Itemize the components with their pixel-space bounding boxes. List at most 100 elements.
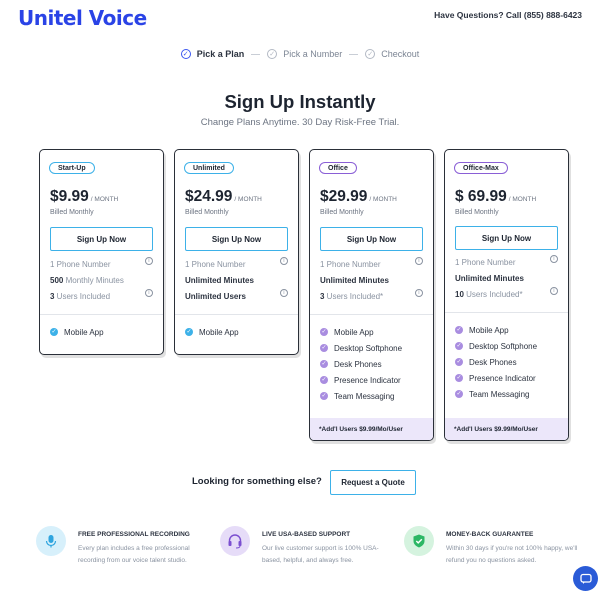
feature-label: Team Messaging [334, 391, 395, 401]
feature-minutes: 500 Monthly Minutes [50, 276, 124, 285]
step-separator [349, 53, 359, 55]
feature-label: Desk Phones [469, 357, 517, 367]
plan-card-office: Office $29.99/ MONTH Billed Monthly Sign… [309, 149, 434, 441]
feature-label: Mobile App [64, 327, 104, 337]
info-icon[interactable]: i [280, 257, 288, 265]
feature-label: Team Messaging [469, 389, 530, 399]
sign-up-button[interactable]: Sign Up Now [185, 227, 288, 251]
feature-item: ✓ Mobile App [455, 322, 537, 338]
check-icon: ✓ [320, 360, 328, 368]
plan-card-startup: Start-Up $9.99/ MONTH Billed Monthly Sig… [39, 149, 164, 355]
step-separator [251, 53, 261, 55]
billing-note: Billed Monthly [320, 209, 364, 216]
feature-item: ✓ Mobile App [50, 324, 104, 340]
users-label: Users Included [54, 292, 111, 301]
feature-list: ✓ Mobile App [185, 324, 239, 340]
request-quote-button[interactable]: Request a Quote [330, 470, 416, 495]
feature-minutes: Unlimited Minutes [320, 276, 389, 285]
chat-bubble-icon [579, 573, 592, 584]
chat-launcher-button[interactable] [573, 566, 598, 591]
feature-label: Mobile App [469, 325, 509, 335]
plan-badge: Office-Max [454, 162, 508, 174]
sign-up-button[interactable]: Sign Up Now [50, 227, 153, 251]
card-divider [445, 312, 568, 313]
check-icon: ✓ [455, 358, 463, 366]
feature-item: ✓ Team Messaging [455, 386, 537, 402]
feature-minutes: Unlimited Minutes [185, 276, 254, 285]
check-circle-icon: ✓ [365, 49, 376, 59]
billing-note: Billed Monthly [50, 209, 94, 216]
benefit-title: FREE PROFESSIONAL RECORDING [78, 531, 190, 538]
step-label: Pick a Number [283, 49, 343, 59]
feature-list: ✓ Mobile App [50, 324, 104, 340]
plan-card-office-max: Office-Max $ 69.99/ MONTH Billed Monthly… [444, 149, 569, 441]
minutes-count: 500 [50, 276, 64, 285]
microphone-icon [36, 526, 66, 556]
sign-up-button[interactable]: Sign Up Now [320, 227, 423, 251]
plan-price: $9.99/ MONTH [50, 188, 118, 206]
feature-item: ✓ Mobile App [320, 324, 402, 340]
feature-item: ✓ Team Messaging [320, 388, 402, 404]
feature-label: Presence Indicator [334, 375, 401, 385]
plan-price: $ 69.99/ MONTH [455, 188, 536, 206]
billing-note: Billed Monthly [185, 209, 229, 216]
step-pick-plan: ✓ Pick a Plan [180, 49, 245, 59]
info-icon[interactable]: i [415, 289, 423, 297]
info-icon[interactable]: i [415, 257, 423, 265]
logo[interactable]: Unitel Voice [18, 6, 147, 30]
check-icon: ✓ [185, 328, 193, 336]
check-icon: ✓ [320, 376, 328, 384]
plan-badge: Unlimited [184, 162, 234, 174]
feature-item: ✓ Presence Indicator [320, 372, 402, 388]
feature-list: ✓ Mobile App ✓ Desktop Softphone ✓ Desk Pho… [455, 322, 537, 402]
feature-phone-number: 1 Phone Number [455, 258, 516, 267]
plan-price: $29.99/ MONTH [320, 188, 397, 206]
feature-item: ✓ Presence Indicator [455, 370, 537, 386]
price-period: / MONTH [508, 196, 537, 203]
info-icon[interactable]: i [145, 289, 153, 297]
feature-item: ✓ Desktop Softphone [455, 338, 537, 354]
check-circle-icon: ✓ [180, 49, 191, 59]
feature-list: ✓ Mobile App ✓ Desktop Softphone ✓ Desk Pho… [320, 324, 402, 404]
feature-label: Presence Indicator [469, 373, 536, 383]
info-icon[interactable]: i [145, 257, 153, 265]
price-value: $24.99 [185, 188, 233, 205]
feature-label: Mobile App [199, 327, 239, 337]
check-icon: ✓ [455, 342, 463, 350]
feature-item: ✓ Desk Phones [320, 356, 402, 372]
card-divider [310, 314, 433, 315]
step-pick-number: ✓ Pick a Number [267, 49, 342, 59]
price-period: / MONTH [369, 196, 397, 203]
users-label: Users Included* [463, 290, 523, 299]
info-icon[interactable]: i [550, 287, 558, 295]
users-label: Users Included* [324, 292, 384, 301]
check-icon: ✓ [455, 374, 463, 382]
check-icon: ✓ [455, 326, 463, 334]
shield-check-icon [404, 526, 434, 556]
step-label: Pick a Plan [196, 49, 245, 59]
check-icon: ✓ [50, 328, 58, 336]
price-value: $9.99 [50, 188, 89, 205]
feature-minutes: Unlimited Minutes [455, 274, 524, 283]
info-icon[interactable]: i [550, 255, 558, 263]
step-checkout: ✓ Checkout [365, 49, 419, 59]
help-phone-text[interactable]: Have Questions? Call (855) 888-6423 [434, 10, 582, 20]
check-icon: ✓ [320, 328, 328, 336]
feature-users: Unlimited Users [185, 292, 246, 301]
feature-item: ✓ Desk Phones [455, 354, 537, 370]
feature-item: ✓ Mobile App [185, 324, 239, 340]
benefit-title: LIVE USA-BASED SUPPORT [262, 531, 351, 538]
price-value: $29.99 [320, 188, 368, 205]
plan-price: $24.99/ MONTH [185, 188, 262, 206]
page-title: Sign Up Instantly [224, 91, 376, 112]
sign-up-button[interactable]: Sign Up Now [455, 226, 558, 250]
feature-users: 3 Users Included* [320, 292, 383, 301]
feature-item: ✓ Desktop Softphone [320, 340, 402, 356]
benefit-title: MONEY-BACK GUARANTEE [446, 531, 534, 538]
info-icon[interactable]: i [280, 289, 288, 297]
minutes-label: Monthly Minutes [63, 276, 124, 285]
feature-phone-number: 1 Phone Number [50, 260, 111, 269]
plan-badge: Start-Up [49, 162, 95, 174]
price-period: / MONTH [90, 196, 119, 203]
header: Unitel Voice Have Questions? Call (855) … [0, 0, 600, 36]
